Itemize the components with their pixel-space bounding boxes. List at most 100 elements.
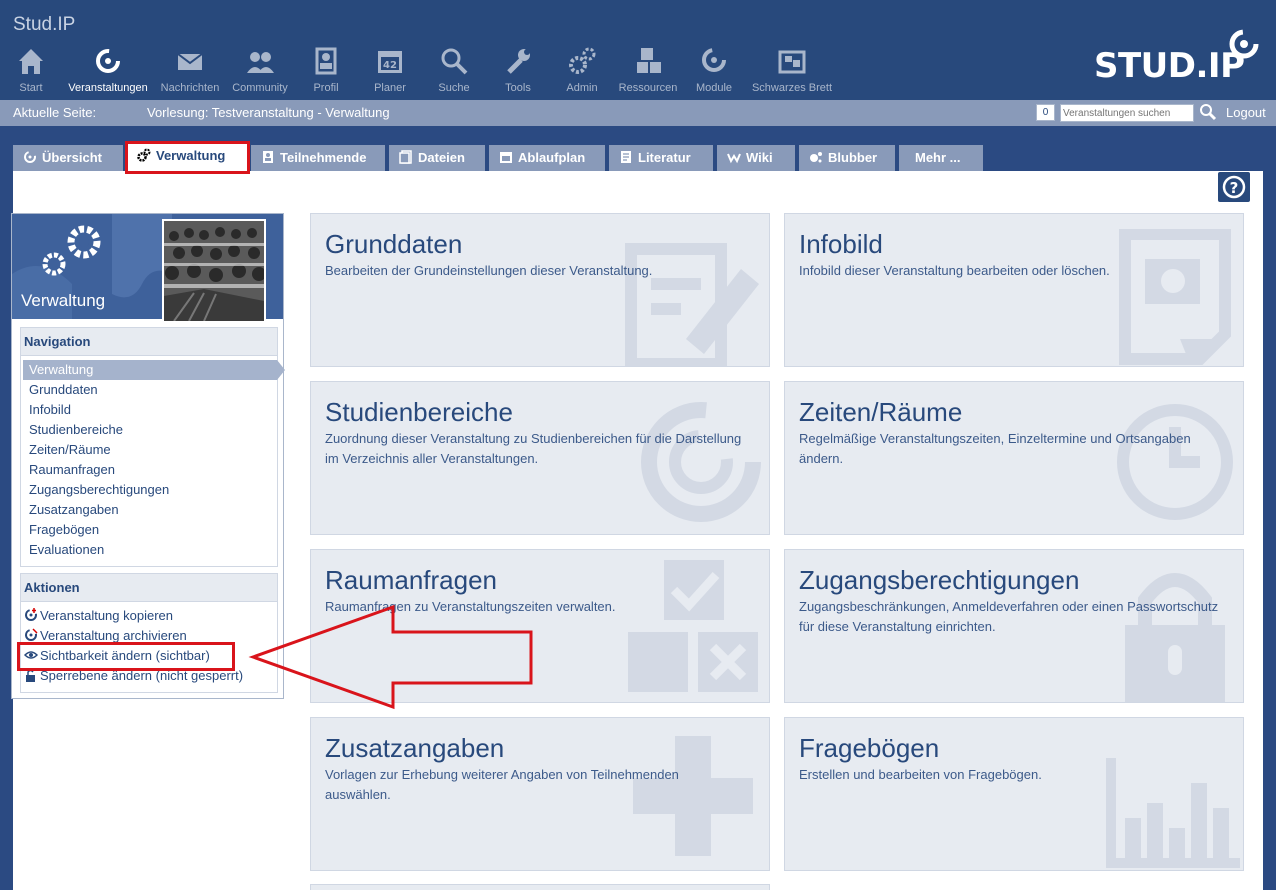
board-icon	[748, 46, 836, 78]
course-count-badge: 0	[1036, 104, 1055, 121]
navigation-widget: Navigation Verwaltung Grunddaten Infobil…	[20, 327, 285, 567]
home-icon	[14, 46, 48, 78]
tile-title: Raumanfragen	[325, 565, 497, 595]
sidebar-title: Verwaltung	[21, 291, 106, 310]
breadcrumb-bar: Aktuelle Seite: Vorlesung: Testveranstal…	[0, 100, 1276, 126]
tab-overview[interactable]: Übersicht	[13, 145, 123, 171]
tile-title: Fragebögen	[799, 733, 940, 763]
search-icon	[434, 46, 474, 78]
tab-wiki[interactable]: Wiki	[717, 145, 795, 171]
tab-files[interactable]: Dateien	[389, 145, 485, 171]
seminar-add-icon	[24, 608, 40, 628]
tab-participants[interactable]: Teilnehmende	[251, 145, 385, 171]
tile-additional-data[interactable]: Zusatzangaben Vorlagen zur Erhebung weit…	[310, 717, 770, 871]
sidebar-item-additional-data[interactable]: Zusatzangaben	[21, 500, 277, 520]
tile-room-requests[interactable]: Raumanfragen Raumanfragen zu Veranstaltu…	[310, 549, 770, 703]
mail-icon	[156, 46, 224, 78]
sidebar-item-access[interactable]: Zugangsberechtigungen	[21, 480, 277, 500]
book-icon	[619, 147, 633, 163]
blubber-icon	[809, 147, 823, 163]
person-icon	[306, 46, 346, 78]
tile-description: Vorlagen zur Erhebung weiterer Angaben v…	[325, 767, 679, 802]
seminar-icon	[23, 147, 37, 163]
sidebar-item-questionnaires[interactable]: Fragebögen	[21, 520, 277, 540]
sidebar: Verwaltung Navigation Verwaltung Grundda…	[11, 213, 285, 699]
course-image	[162, 219, 266, 323]
gear-icon	[562, 46, 602, 78]
resources-icon	[616, 46, 680, 78]
tile-title: Zusatzangaben	[325, 733, 505, 763]
nav-messages[interactable]: Nachrichten	[156, 46, 224, 94]
tile-description: Regelmäßige Veranstaltungszeiten, Einzel…	[799, 431, 1191, 466]
highlight-box-visibility	[17, 642, 235, 671]
top-bar: Stud.IP Start Veranstaltungen Nachrichte…	[0, 0, 1276, 100]
tile-title: Zugangsberechtigungen	[799, 565, 1080, 595]
nav-planner[interactable]: 42 Planer	[370, 46, 410, 94]
tile-title: Zeiten/Räume	[799, 397, 963, 427]
actions-heading: Aktionen	[21, 574, 277, 602]
sidebar-item-evaluations[interactable]: Evaluationen	[21, 540, 277, 560]
sidebar-item-basic-data[interactable]: Grunddaten	[21, 380, 277, 400]
tile-access[interactable]: Zugangsberechtigungen Zugangsbeschränkun…	[784, 549, 1244, 703]
logo-swirl-icon	[1229, 29, 1259, 59]
tile-basic-data[interactable]: Grunddaten Bearbeiten der Grundeinstellu…	[310, 213, 770, 367]
sidebar-item-study-areas[interactable]: Studienbereiche	[21, 420, 277, 440]
tab-schedule[interactable]: Ablaufplan	[489, 145, 605, 171]
resources-icon	[628, 560, 758, 692]
tile-title: Grunddaten	[325, 229, 463, 259]
picture-icon	[1119, 229, 1231, 365]
help-button[interactable]: ?	[1218, 172, 1250, 202]
course-search-input[interactable]	[1060, 104, 1194, 122]
nav-tools[interactable]: Tools	[498, 46, 538, 94]
navigation-list: Verwaltung Grunddaten Infobild Studienbe…	[21, 356, 285, 560]
tile-description: Bearbeiten der Grundeinstellungen dieser…	[325, 263, 653, 278]
tile-title: Infobild	[799, 229, 883, 259]
sidebar-item-times-rooms[interactable]: Zeiten/Räume	[21, 440, 277, 460]
community-icon	[228, 46, 292, 78]
nav-profile[interactable]: Profil	[306, 46, 346, 94]
tile-description: Infobild dieser Veranstaltung bearbeiten…	[799, 263, 1110, 278]
tab-literature[interactable]: Literatur	[609, 145, 713, 171]
nav-resources[interactable]: Ressourcen	[616, 46, 680, 94]
studip-logo[interactable]: STUD.IP	[1094, 28, 1264, 88]
sidebar-item-administration[interactable]: Verwaltung	[23, 360, 285, 380]
wiki-icon	[727, 147, 741, 164]
tile-title: Studienbereiche	[325, 397, 513, 427]
tile-study-areas[interactable]: Studienbereiche Zuordnung dieser Veranst…	[310, 381, 770, 535]
sidebar-item-room-requests[interactable]: Raumanfragen	[21, 460, 277, 480]
actions-widget: Aktionen Veranstaltung kopieren Veransta…	[20, 573, 278, 693]
modules-icon	[694, 46, 734, 78]
seminar-icon	[64, 46, 152, 78]
nav-start[interactable]: Start	[14, 46, 48, 94]
tab-blubber[interactable]: Blubber	[799, 145, 895, 171]
app-title: Stud.IP	[13, 14, 76, 35]
sidebar-item-image[interactable]: Infobild	[21, 400, 277, 420]
nav-community[interactable]: Community	[228, 46, 292, 94]
tile-partial	[310, 884, 770, 890]
tile-course-image[interactable]: Infobild Infobild dieser Veranstaltung b…	[784, 213, 1244, 367]
nav-search[interactable]: Suche	[434, 46, 474, 94]
nav-courses[interactable]: Veranstaltungen	[64, 46, 152, 94]
svg-text:42: 42	[383, 60, 397, 71]
tile-description: Erstellen und bearbeiten von Fragebögen.	[799, 767, 1042, 782]
logo-text: STUD.IP	[1094, 46, 1245, 86]
files-icon	[399, 147, 413, 164]
highlight-box-tab	[125, 141, 250, 174]
wrench-icon	[498, 46, 538, 78]
tile-times-rooms[interactable]: Zeiten/Räume Regelmäßige Veranstaltungsz…	[784, 381, 1244, 535]
calendar-icon	[499, 147, 513, 163]
breadcrumb[interactable]: Vorlesung: Testveranstaltung - Verwaltun…	[147, 105, 390, 120]
search-icon[interactable]	[1199, 103, 1217, 124]
calendar-icon: 42	[370, 46, 410, 78]
navigation-heading: Navigation	[21, 328, 277, 356]
svg-text:?: ?	[1230, 179, 1239, 197]
tab-more[interactable]: Mehr ...	[899, 145, 983, 171]
copy-course-action[interactable]: Veranstaltung kopieren	[21, 606, 277, 626]
tile-description: Raumanfragen zu Veranstaltungszeiten ver…	[325, 599, 616, 614]
nav-admin[interactable]: Admin	[562, 46, 602, 94]
tile-description: Zuordnung dieser Veranstaltung zu Studie…	[325, 431, 742, 466]
nav-board[interactable]: Schwarzes Brett	[748, 46, 836, 94]
logout-link[interactable]: Logout	[1226, 105, 1266, 120]
tile-questionnaires[interactable]: Fragebögen Erstellen und bearbeiten von …	[784, 717, 1244, 871]
nav-modules[interactable]: Module	[694, 46, 734, 94]
